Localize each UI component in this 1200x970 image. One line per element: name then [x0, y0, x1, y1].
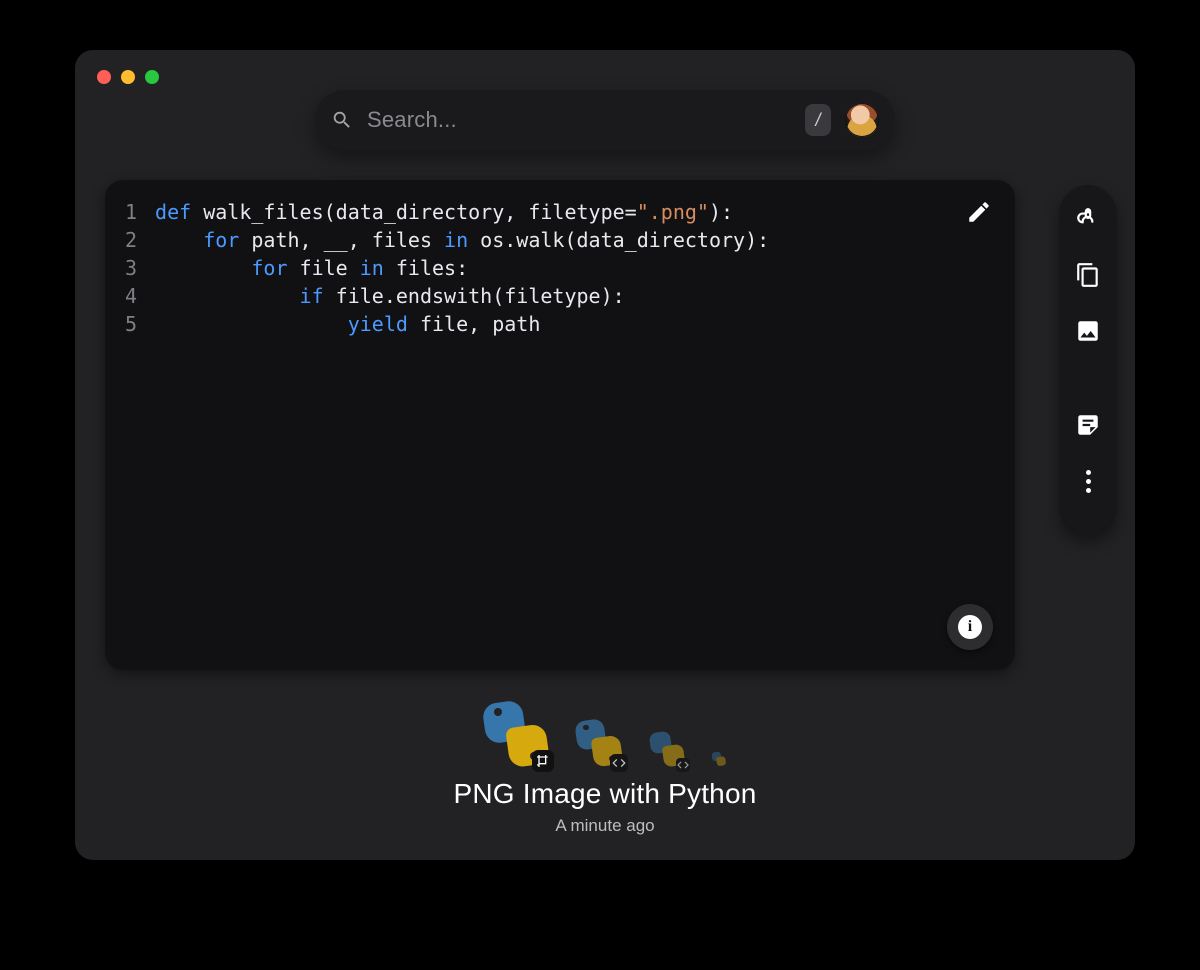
search-icon	[331, 109, 353, 131]
code-badge-icon	[610, 754, 628, 772]
slash-shortcut-hint: /	[805, 104, 831, 136]
code-content[interactable]: def walk_files(data_directory, filetype=…	[155, 198, 769, 338]
search-input[interactable]	[367, 107, 791, 133]
edit-button[interactable]	[965, 198, 993, 226]
zoom-window-button[interactable]	[145, 70, 159, 84]
thumbnail-1[interactable]	[484, 702, 548, 766]
line-number-gutter: 12345	[125, 198, 155, 338]
snippet-title: PNG Image with Python	[454, 778, 757, 810]
thumbnail-2[interactable]	[576, 720, 622, 766]
info-button[interactable]: i	[947, 604, 993, 650]
app-window: / 12345 def walk_files(data_directory, f…	[75, 50, 1135, 860]
info-icon: i	[958, 615, 982, 639]
thumbnail-3[interactable]	[650, 732, 684, 766]
close-window-button[interactable]	[97, 70, 111, 84]
window-controls	[97, 70, 159, 84]
copy-button[interactable]	[1072, 259, 1104, 291]
code-badge-icon	[676, 758, 690, 772]
thumbnail-strip	[484, 702, 726, 766]
share-button[interactable]	[1072, 203, 1104, 235]
crop-badge-icon	[532, 750, 554, 772]
snippet-timestamp: A minute ago	[454, 816, 757, 836]
snippet-caption: PNG Image with Python A minute ago	[454, 778, 757, 836]
image-button[interactable]	[1072, 315, 1104, 347]
note-button[interactable]	[1072, 409, 1104, 441]
thumbnail-4[interactable]	[712, 752, 726, 766]
minimize-window-button[interactable]	[121, 70, 135, 84]
user-avatar[interactable]	[845, 103, 879, 137]
more-button[interactable]	[1072, 465, 1104, 497]
more-icon	[1086, 470, 1091, 493]
action-rail	[1059, 185, 1117, 537]
code-panel: 12345 def walk_files(data_directory, fil…	[105, 180, 1015, 670]
search-bar[interactable]: /	[315, 90, 895, 150]
